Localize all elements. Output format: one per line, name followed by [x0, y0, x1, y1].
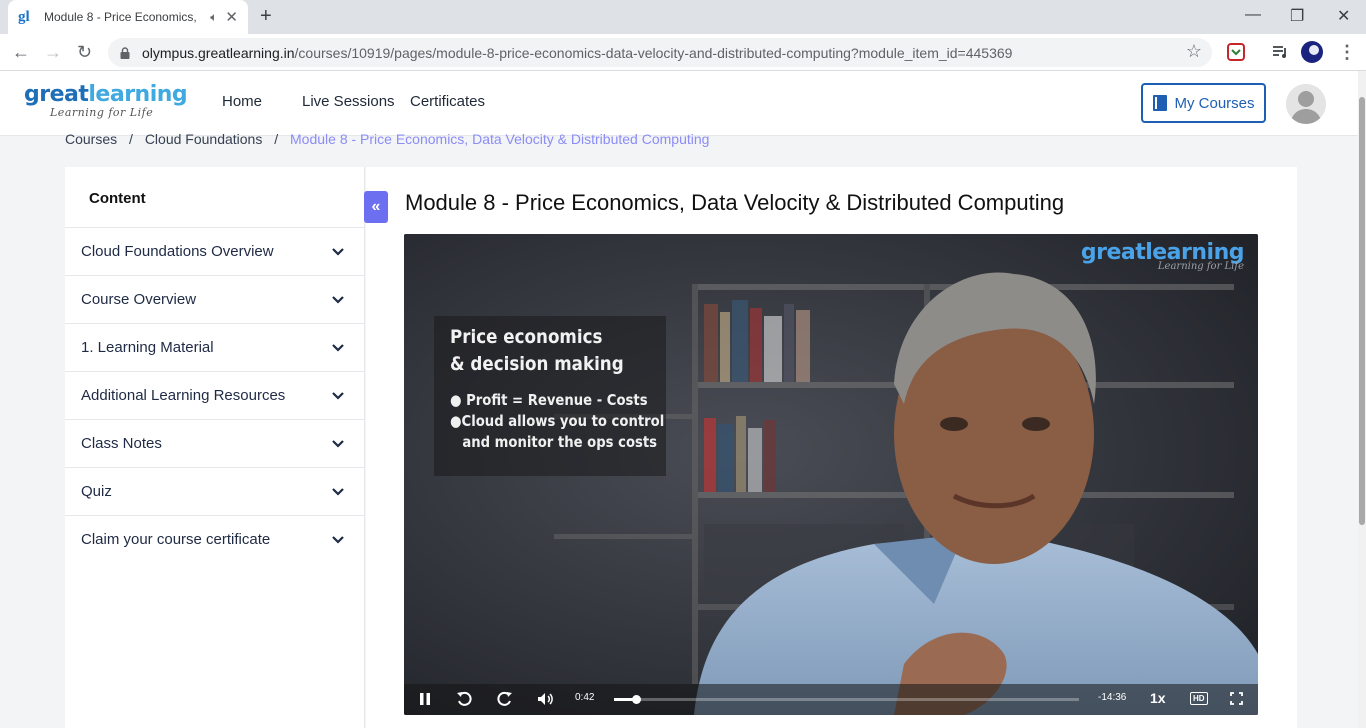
page-scrollbar[interactable]: [1358, 71, 1366, 728]
back-icon[interactable]: ←: [12, 41, 30, 63]
reload-icon[interactable]: ↻: [77, 41, 92, 63]
sidebar-module[interactable]: Claim your course certificate: [65, 515, 365, 563]
page-title: Module 8 - Price Economics, Data Velocit…: [405, 190, 1065, 215]
restore-icon[interactable]: ❐: [1290, 6, 1304, 26]
pause-icon[interactable]: [418, 692, 432, 706]
browser-tabstrip: gl Module 8 - Price Economics, 🔈︎ ✕ + — …: [0, 0, 1366, 34]
breadcrumb: Courses / Cloud Foundations / Module 8 -…: [65, 131, 713, 147]
tab-title: Module 8 - Price Economics,: [44, 10, 197, 24]
chevron-down-icon[interactable]: [331, 343, 345, 353]
my-courses-button[interactable]: My Courses: [1141, 83, 1266, 123]
nav-home[interactable]: Home: [222, 93, 262, 110]
address-bar[interactable]: olympus.greatlearning.in/courses/10919/p…: [108, 38, 1212, 67]
lock-icon: [120, 46, 130, 59]
breadcrumb-current: Module 8 - Price Economics, Data Velocit…: [290, 131, 710, 147]
playback-speed-button[interactable]: 1x: [1150, 690, 1166, 707]
close-tab-icon[interactable]: ✕: [225, 8, 238, 26]
logo-tagline: Learning for Life: [50, 106, 154, 119]
browser-menu-icon[interactable]: ⋮: [1338, 41, 1356, 63]
fullscreen-icon[interactable]: [1230, 692, 1243, 705]
slide-title-line-2: & decision making: [450, 353, 624, 375]
browser-toolbar: ← → ↻ olympus.greatlearning.in/courses/1…: [0, 34, 1366, 71]
chevron-down-icon[interactable]: [331, 535, 345, 545]
scrollbar-thumb[interactable]: [1359, 97, 1365, 525]
media-playlist-icon[interactable]: [1270, 42, 1290, 62]
audio-playing-icon[interactable]: 🔈︎: [210, 10, 217, 25]
sidebar-module[interactable]: 1. Learning Material: [65, 323, 365, 371]
sidebar-module[interactable]: Cloud Foundations Overview: [65, 227, 365, 275]
slide-bullet: and monitor the ops costs: [462, 433, 658, 451]
new-tab-icon[interactable]: +: [260, 6, 272, 26]
bookmark-star-icon[interactable]: ☆: [1186, 41, 1202, 62]
extension-icon[interactable]: [1226, 42, 1246, 62]
slide-bullet: ● Profit = Revenue - Costs: [450, 391, 648, 409]
sidebar-module[interactable]: Additional Learning Resources: [65, 371, 365, 419]
volume-icon[interactable]: [537, 691, 553, 707]
chevron-down-icon[interactable]: [331, 439, 345, 449]
video-player[interactable]: Price economics & decision making ● Prof…: [404, 234, 1258, 715]
sidebar-module-label: Course Overview: [81, 291, 197, 308]
lecture-slide-overlay: Price economics & decision making ● Prof…: [434, 316, 666, 476]
nav-certificates[interactable]: Certificates: [410, 93, 485, 110]
progress-knob[interactable]: [631, 695, 641, 704]
hd-quality-icon[interactable]: HD: [1190, 692, 1208, 705]
url-text: olympus.greatlearning.in/courses/10919/p…: [142, 44, 1013, 61]
profile-avatar-icon[interactable]: [1301, 41, 1323, 63]
remaining-time: -14:36: [1098, 692, 1127, 703]
nav-live-sessions[interactable]: Live Sessions: [302, 93, 395, 110]
greatlearning-favicon-icon: gl: [18, 9, 30, 25]
forward-skip-icon[interactable]: [497, 691, 513, 707]
slide-bullet: ●Cloud allows you to control: [450, 412, 665, 430]
chevron-down-icon[interactable]: [331, 487, 345, 497]
forward-icon[interactable]: →: [44, 41, 62, 63]
sidebar-module[interactable]: Class Notes: [65, 419, 365, 467]
sidebar-module-label: Additional Learning Resources: [81, 387, 286, 404]
sidebar-module[interactable]: Quiz: [65, 467, 365, 515]
minimize-icon[interactable]: —: [1245, 6, 1261, 24]
sidebar-module-label: Quiz: [81, 483, 112, 500]
elapsed-time: 0:42: [575, 692, 595, 703]
site-header: greatlearning Learning for Life Home Liv…: [0, 71, 1366, 136]
video-controls: 0:42 -14:36 1x HD: [404, 684, 1258, 715]
slide-title-line-1: Price economics: [450, 326, 603, 348]
progress-bar[interactable]: [614, 695, 1079, 704]
breadcrumb-courses[interactable]: Courses: [65, 131, 117, 147]
video-watermark: greatlearning Learning for Life: [1080, 240, 1245, 272]
content-sidebar: Content Cloud Foundations Overview Course…: [65, 167, 365, 728]
sidebar-module-label: Cloud Foundations Overview: [81, 243, 274, 260]
book-icon: [1153, 95, 1168, 111]
my-courses-label: My Courses: [1174, 94, 1255, 112]
breadcrumb-cloud-foundations[interactable]: Cloud Foundations: [145, 131, 263, 147]
user-silhouette-icon: [1286, 84, 1326, 124]
sidebar-module-label: Claim your course certificate: [81, 531, 271, 548]
chevron-down-icon[interactable]: [331, 295, 345, 305]
breadcrumb-separator: /: [274, 131, 279, 147]
chevron-down-icon[interactable]: [331, 247, 345, 257]
user-avatar[interactable]: [1286, 84, 1326, 124]
rewind-icon[interactable]: [456, 691, 472, 707]
breadcrumb-separator: /: [129, 131, 133, 147]
close-window-icon[interactable]: ✕: [1337, 6, 1350, 26]
collapse-sidebar-button[interactable]: «: [364, 191, 388, 223]
sidebar-module-label: Class Notes: [81, 435, 162, 452]
chevron-down-icon[interactable]: [331, 391, 345, 401]
sidebar-module[interactable]: Course Overview: [65, 275, 365, 323]
browser-tab[interactable]: gl Module 8 - Price Economics, 🔈︎ ✕: [8, 0, 248, 34]
sidebar-module-label: 1. Learning Material: [81, 339, 214, 356]
sidebar-heading: Content: [89, 190, 146, 207]
greatlearning-logo[interactable]: greatlearning Learning for Life: [24, 83, 188, 119]
